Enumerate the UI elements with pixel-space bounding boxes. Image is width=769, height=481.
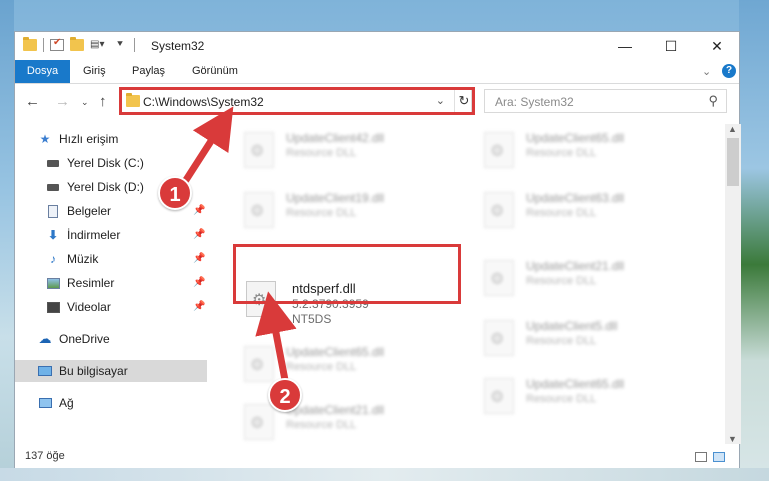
step-badge-1: 1: [158, 176, 192, 210]
annotation-arrows: [182, 106, 297, 384]
step-badge-2: 2: [268, 378, 302, 412]
arrow-to-address: [182, 106, 234, 184]
arrow-to-file: [255, 291, 297, 384]
